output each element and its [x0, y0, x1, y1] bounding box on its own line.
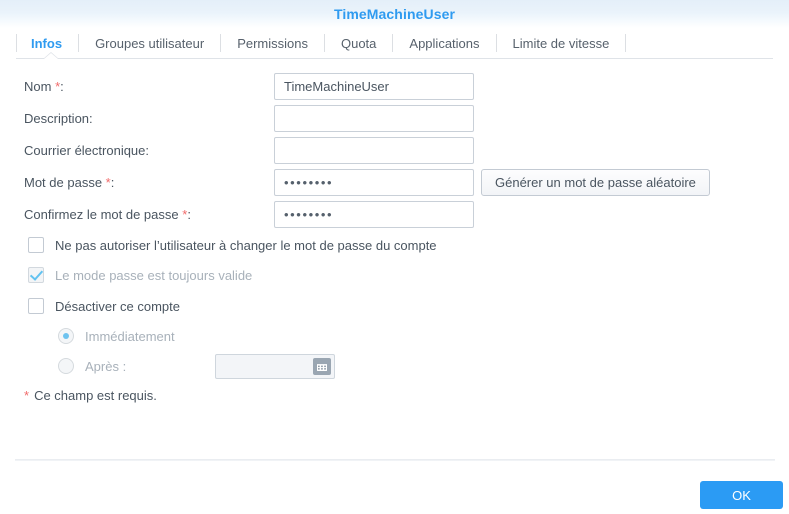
- generate-random-password-button[interactable]: Générer un mot de passe aléatoire: [481, 168, 710, 196]
- ok-button[interactable]: OK: [700, 481, 783, 509]
- field-row-email: Courrier électronique:: [24, 136, 474, 164]
- description-label: Description:: [24, 110, 93, 126]
- required-field-note: * Ce champ est requis.: [24, 388, 157, 403]
- password-input[interactable]: ••••••••: [274, 168, 474, 196]
- tab-permissions[interactable]: Permissions: [221, 28, 324, 58]
- email-input[interactable]: [274, 136, 474, 164]
- tab-separator: [625, 34, 627, 52]
- radio-row-after: Après :: [58, 353, 336, 379]
- tab-applications[interactable]: Applications: [393, 28, 495, 58]
- required-asterisk: *: [24, 388, 30, 403]
- tab-quota-label: Quota: [340, 35, 377, 51]
- password-label: Mot de passe *:: [24, 175, 274, 190]
- confirm-password-label: Confirmez le mot de passe *:: [24, 207, 274, 222]
- confirm-password-label-colon: :: [187, 206, 191, 222]
- password-always-valid-label: Le mode passe est toujours valide: [55, 267, 253, 283]
- field-row-description: Description:: [24, 104, 474, 132]
- field-row-confirm-password: Confirmez le mot de passe *: ••••••••: [24, 200, 474, 228]
- tab-limite-de-vitesse-label: Limite de vitesse: [512, 35, 610, 51]
- tab-groupes-utilisateur-label: Groupes utilisateur: [95, 35, 205, 51]
- after-radio: [58, 358, 74, 374]
- name-label-colon: :: [60, 78, 64, 94]
- active-tab-pointer: [44, 53, 58, 59]
- field-row-name: Nom *:: [24, 72, 474, 100]
- radio-row-immediately: Immédiatement: [58, 325, 175, 347]
- tab-quota[interactable]: Quota: [325, 28, 392, 58]
- checkbox-row-password-always-valid: Le mode passe est toujours valide: [28, 264, 252, 286]
- password-label-colon: :: [110, 174, 115, 190]
- disable-date-input: [215, 353, 336, 379]
- name-label: Nom *:: [24, 79, 274, 94]
- immediately-label: Immédiatement: [85, 328, 175, 344]
- confirm-password-label-text: Confirmez le mot de passe: [24, 206, 179, 222]
- disable-account-label: Désactiver ce compte: [55, 298, 180, 314]
- footer-separator: [15, 459, 775, 461]
- disable-account-checkbox[interactable]: [28, 298, 44, 314]
- disallow-password-change-label: Ne pas autoriser l’utilisateur à changer…: [55, 237, 437, 253]
- calendar-icon: [313, 357, 332, 375]
- disallow-password-change-checkbox[interactable]: [28, 237, 44, 253]
- field-row-password: Mot de passe *: •••••••• Générer un mot …: [24, 168, 710, 196]
- name-label-text: Nom: [24, 78, 52, 94]
- after-label: Après :: [85, 358, 127, 374]
- password-always-valid-checkbox: [28, 267, 44, 283]
- tab-limite-de-vitesse[interactable]: Limite de vitesse: [497, 28, 626, 58]
- name-input[interactable]: [274, 72, 474, 100]
- checkbox-row-disable-account[interactable]: Désactiver ce compte: [28, 295, 180, 317]
- immediately-radio: [58, 328, 74, 344]
- window-title: TimeMachineUser: [333, 6, 456, 22]
- password-label-text: Mot de passe: [24, 174, 103, 190]
- required-field-note-text: Ce champ est requis.: [34, 388, 157, 403]
- window-title-bar: TimeMachineUser: [0, 0, 789, 28]
- confirm-password-input[interactable]: ••••••••: [274, 200, 474, 228]
- email-label: Courrier électronique:: [24, 142, 150, 158]
- tab-permissions-label: Permissions: [237, 35, 308, 51]
- tab-infos-label: Infos: [31, 35, 63, 51]
- tab-applications-label: Applications: [409, 35, 480, 51]
- tab-groupes-utilisateur[interactable]: Groupes utilisateur: [79, 28, 220, 58]
- tab-bar: Infos Groupes utilisateur Permissions Qu…: [0, 28, 789, 58]
- description-input[interactable]: [274, 104, 474, 132]
- checkbox-row-disallow-password-change[interactable]: Ne pas autoriser l’utilisateur à changer…: [28, 234, 437, 256]
